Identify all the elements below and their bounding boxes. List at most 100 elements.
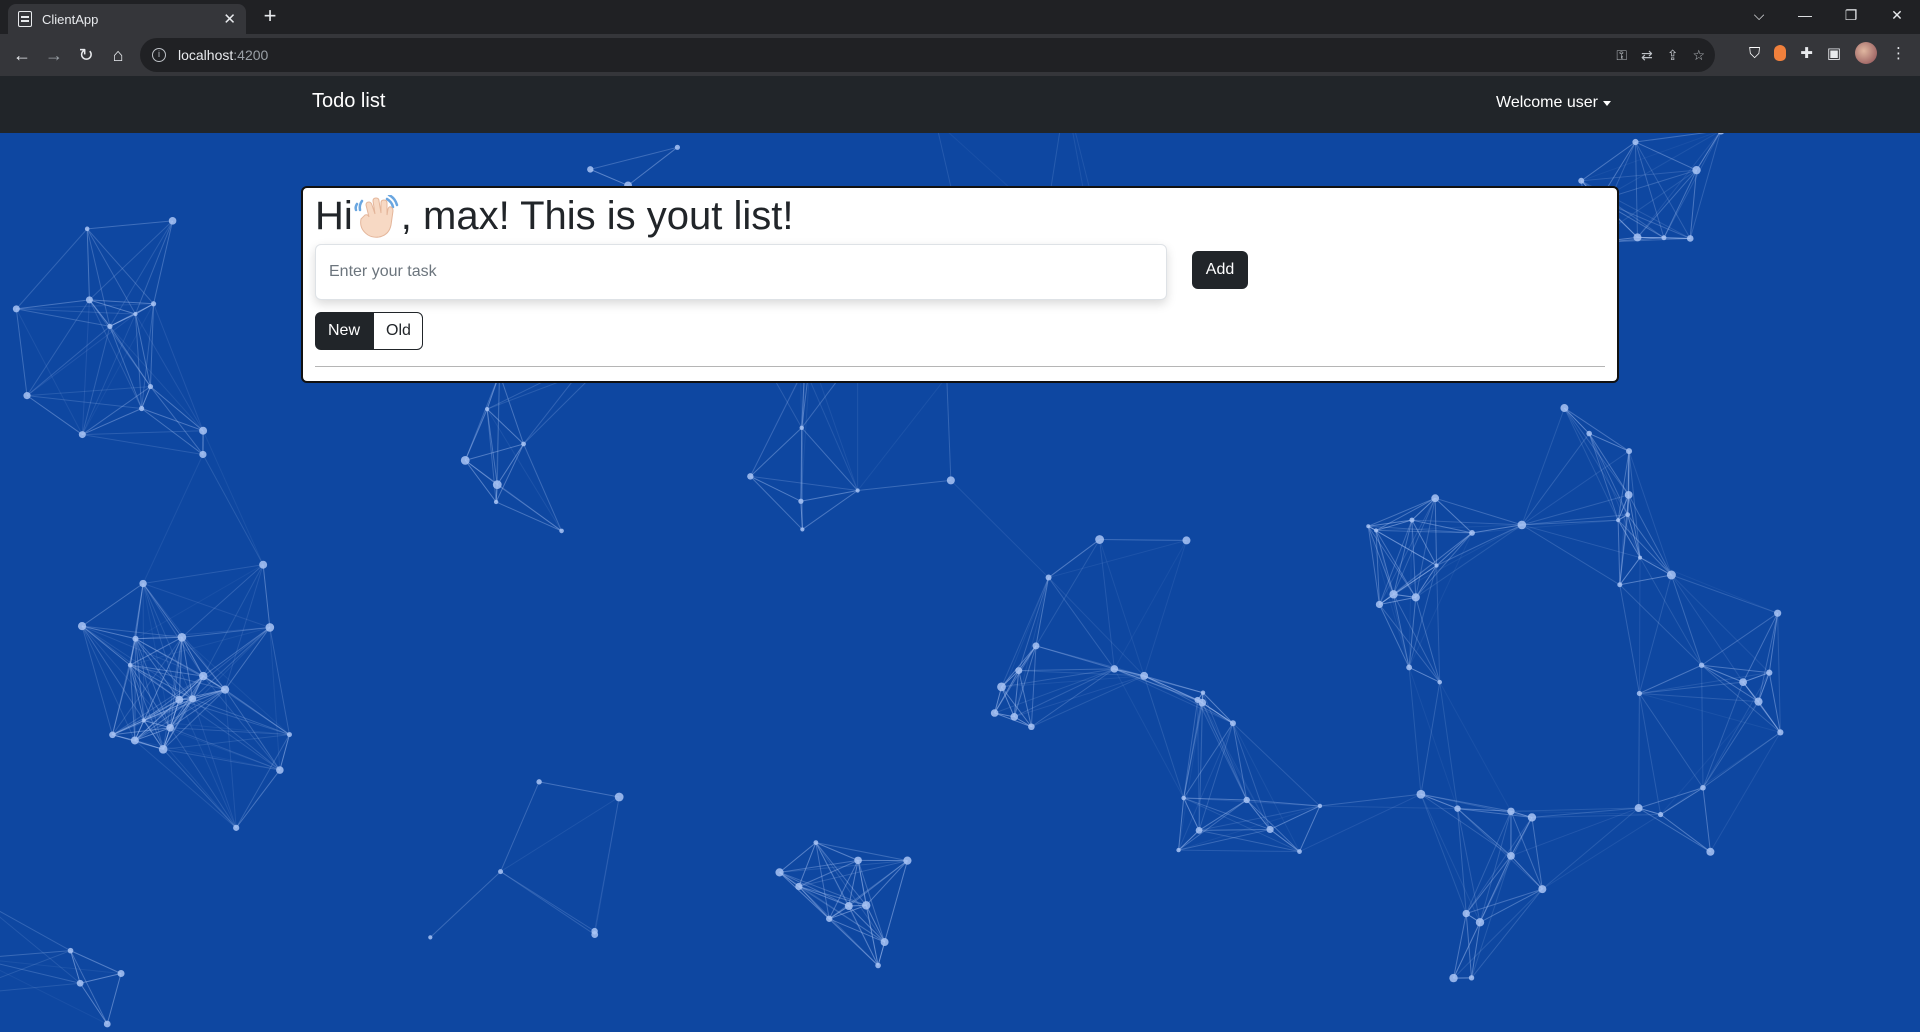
navbar-brand[interactable]: Todo list [312,90,385,113]
network-line [627,146,678,186]
network-line [500,871,596,935]
network-line [1299,805,1321,852]
network-line [1018,645,1037,671]
network-line [81,625,113,735]
network-line [1113,540,1187,670]
network-node [875,962,881,969]
user-menu-dropdown[interactable]: Welcome user [1496,94,1611,112]
info-icon[interactable]: i [152,48,166,62]
window-controls: ⌵ — ❐ ✕ [1736,0,1920,30]
key-icon[interactable]: ⚿ [1616,47,1627,64]
sort-old-button[interactable]: Old [373,312,423,350]
bookmark-star-icon[interactable]: ☆ [1692,47,1705,64]
network-line [1178,723,1234,851]
network-line [0,910,71,952]
network-line [523,443,563,532]
network-line [500,796,620,873]
network-line [0,916,81,984]
extension-orange-icon[interactable] [1774,45,1787,61]
forward-icon[interactable]: → [38,39,70,71]
network-line [1768,672,1781,733]
network-line [590,168,629,186]
network-node [990,709,999,717]
task-input[interactable] [315,244,1167,300]
share-icon[interactable]: ⇪ [1667,47,1679,64]
network-line [946,376,952,481]
network-node [23,392,31,400]
network-node [127,662,133,668]
network-node [498,869,504,875]
network-line [1013,577,1050,717]
network-line [1660,731,1781,815]
address-bar[interactable]: i localhost:4200 ⚿ ⇄ ⇪ ☆ [140,38,1715,72]
network-node [1229,720,1236,727]
network-node [107,323,113,329]
network-node [1706,847,1715,856]
network-line [499,373,525,445]
network-node [67,947,74,954]
network-node [1297,849,1302,854]
network-line [26,325,111,396]
network-line [1143,540,1187,676]
network-line [202,454,264,565]
page-title: Hi , max! This is yout list! [315,194,793,239]
back-icon[interactable]: ← [6,39,38,71]
network-node [117,969,125,977]
sort-toggle-group: New Old [315,312,423,350]
network-line [1634,142,1638,238]
network-line [1018,668,1115,672]
network-line [1014,668,1115,718]
network-line [1510,855,1543,890]
network-line [224,689,290,735]
network-line [169,727,237,829]
home-icon[interactable]: ⌂ [102,39,134,71]
minimize-icon[interactable]: — [1782,0,1828,30]
side-panel-icon[interactable]: ▣ [1827,44,1841,62]
network-line [1696,133,1720,171]
network-line [1435,497,1523,526]
network-line [464,460,497,503]
network-node [854,856,862,865]
translate-icon[interactable]: ⇄ [1641,47,1653,64]
new-tab-button[interactable]: + [258,4,282,28]
network-line [1588,433,1619,521]
tab-close-icon[interactable]: ✕ [223,10,236,28]
restore-icon[interactable]: ❐ [1828,0,1874,30]
add-task-button[interactable]: Add [1192,251,1248,289]
network-line [109,326,204,432]
network-line [163,748,280,771]
reload-icon[interactable]: ↻ [70,39,102,71]
puzzle-icon[interactable]: ✚ [1800,44,1813,62]
network-line [86,228,90,300]
network-line [135,636,182,640]
close-window-icon[interactable]: ✕ [1874,0,1920,30]
network-line [1199,828,1271,831]
network-node [85,296,93,304]
network-line [1436,532,1473,566]
network-node [1578,177,1585,184]
shield-icon[interactable]: ⛉ [1749,45,1760,62]
network-line [1393,594,1410,668]
kebab-menu-icon[interactable]: ⋮ [1891,44,1906,62]
network-line [429,871,501,938]
tab-search-icon[interactable]: ⌵ [1736,0,1782,30]
network-node [177,632,187,642]
network-node [844,902,853,911]
network-node [1389,590,1398,599]
network-node [1636,690,1643,697]
profile-avatar[interactable] [1855,42,1877,64]
network-line [1439,681,1512,812]
network-line [70,950,122,974]
network-node [1373,528,1379,533]
network-line [26,395,83,435]
browser-tab-clientapp[interactable]: ClientApp ✕ [8,4,246,34]
sort-new-button[interactable]: New [315,312,373,350]
network-node [559,528,564,534]
title-message: , max! This is yout list! [400,194,794,238]
network-line [1542,807,1639,890]
network-line [1639,692,1759,703]
network-line [89,220,173,301]
network-node [1176,847,1181,853]
network-node [1431,494,1440,503]
network-line [1202,692,1248,801]
